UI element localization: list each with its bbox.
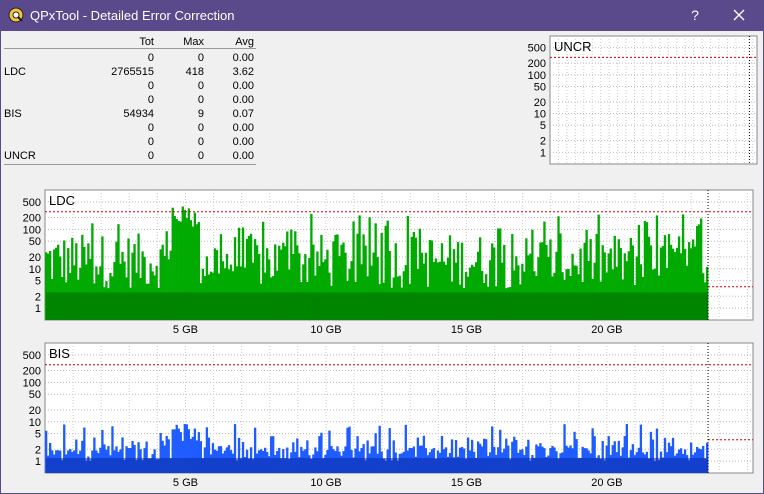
x-tick-label: 15 GB bbox=[451, 324, 482, 336]
row-max: 0 bbox=[197, 80, 204, 92]
help-button[interactable]: ? bbox=[682, 4, 708, 26]
row-tot: 0 bbox=[147, 80, 154, 92]
table-row: 0 0 0.00 bbox=[4, 94, 256, 108]
row-avg: 0.00 bbox=[232, 52, 254, 64]
table-row: BIS 54934 9 0.07 bbox=[4, 108, 256, 122]
x-tick-label: 5 GB bbox=[173, 324, 198, 336]
y-tick-label: 5 bbox=[35, 429, 41, 441]
y-tick-label: 500 bbox=[23, 350, 41, 362]
title-bar: QPxTool - Detailed Error Correction ? bbox=[0, 0, 764, 31]
y-tick-label: 10 bbox=[29, 417, 41, 429]
row-max: 0 bbox=[197, 122, 204, 134]
row-max: 9 bbox=[197, 108, 204, 120]
table-row: 0 0 0.00 bbox=[4, 80, 256, 94]
chart-title: UNCR bbox=[554, 39, 592, 54]
qpxtool-logo-icon bbox=[8, 7, 24, 23]
row-label: LDC bbox=[4, 66, 27, 78]
header-avg: Avg bbox=[235, 36, 254, 48]
y-tick-label: 100 bbox=[528, 70, 546, 82]
plot-area bbox=[549, 35, 758, 165]
low-band bbox=[46, 458, 709, 473]
row-avg: 0.00 bbox=[232, 136, 254, 148]
window-title: QPxTool - Detailed Error Correction bbox=[30, 8, 235, 23]
row-avg: 0.07 bbox=[232, 108, 254, 120]
table-row: 0 0 0.00 bbox=[4, 122, 256, 136]
x-tick-label: 10 GB bbox=[310, 477, 341, 489]
row-max: 0 bbox=[197, 150, 204, 162]
y-tick-label: 5 bbox=[35, 276, 41, 288]
row-max: 0 bbox=[197, 136, 204, 148]
y-tick-label: 200 bbox=[528, 58, 546, 70]
row-max: 0 bbox=[197, 94, 204, 106]
table-row: 0 0 0.00 bbox=[4, 52, 256, 66]
footer-divider bbox=[4, 164, 256, 165]
row-label: BIS bbox=[4, 108, 22, 120]
row-tot: 54934 bbox=[123, 108, 154, 120]
row-avg: 0.00 bbox=[232, 150, 254, 162]
bis-chart: 5002001005020105215 GB 10 GB 15 GB 20 GBBIS bbox=[23, 342, 754, 489]
y-tick-label: 50 bbox=[29, 236, 41, 248]
x-tick-label: 20 GB bbox=[591, 324, 622, 336]
header-divider bbox=[4, 48, 256, 49]
chart-title: BIS bbox=[49, 346, 70, 361]
close-icon bbox=[733, 9, 745, 21]
row-avg: 0.00 bbox=[232, 94, 254, 106]
y-tick-label: 20 bbox=[534, 97, 546, 109]
y-tick-label: 100 bbox=[23, 377, 41, 389]
x-tick-label: 10 GB bbox=[310, 324, 341, 336]
y-tick-label: 200 bbox=[23, 366, 41, 378]
row-tot: 0 bbox=[147, 122, 154, 134]
row-tot: 0 bbox=[147, 150, 154, 162]
y-tick-label: 10 bbox=[29, 264, 41, 276]
row-label: UNCR bbox=[4, 150, 36, 162]
row-tot: 0 bbox=[147, 136, 154, 148]
row-avg: 0.00 bbox=[232, 122, 254, 134]
row-avg: 0.00 bbox=[232, 80, 254, 92]
y-tick-label: 500 bbox=[528, 43, 546, 55]
y-tick-label: 50 bbox=[29, 389, 41, 401]
x-tick-label: 20 GB bbox=[591, 477, 622, 489]
y-tick-label: 20 bbox=[29, 252, 41, 264]
row-tot: 0 bbox=[147, 52, 154, 64]
low-band bbox=[46, 292, 709, 320]
table-row: 0 0 0.00 bbox=[4, 136, 256, 150]
window-frame-left bbox=[0, 31, 1, 494]
y-tick-label: 1 bbox=[35, 303, 41, 315]
close-button[interactable] bbox=[722, 4, 756, 26]
y-tick-label: 50 bbox=[534, 81, 546, 93]
row-max: 0 bbox=[197, 52, 204, 64]
ldc-chart: 5002001005020105215 GB 10 GB 15 GB 20 GBLDC bbox=[23, 189, 754, 336]
table-row: UNCR 0 0 0.00 bbox=[4, 150, 256, 164]
y-tick-label: 200 bbox=[23, 213, 41, 225]
y-tick-label: 5 bbox=[540, 120, 546, 132]
y-tick-label: 2 bbox=[35, 291, 41, 303]
y-tick-label: 2 bbox=[35, 444, 41, 456]
y-tick-label: 20 bbox=[29, 405, 41, 417]
uncr-chart: 5002001005020105215 GB10 GB15 GB20 GBUNC… bbox=[528, 35, 758, 165]
x-tick-label: 15 GB bbox=[451, 477, 482, 489]
y-tick-label: 500 bbox=[23, 197, 41, 209]
x-tick-label: 5 GB bbox=[173, 477, 198, 489]
row-max: 418 bbox=[185, 66, 204, 78]
y-tick-label: 1 bbox=[540, 147, 546, 159]
y-tick-label: 1 bbox=[35, 456, 41, 468]
header-tot: Tot bbox=[139, 36, 154, 48]
y-tick-label: 100 bbox=[23, 224, 41, 236]
y-tick-label: 2 bbox=[540, 136, 546, 148]
y-tick-label: 10 bbox=[534, 109, 546, 121]
row-avg: 3.62 bbox=[232, 66, 254, 78]
row-tot: 2765515 bbox=[111, 66, 154, 78]
chart-title: LDC bbox=[49, 193, 75, 208]
table-row: LDC 2765515 418 3.62 bbox=[4, 66, 256, 80]
header-max: Max bbox=[183, 36, 204, 48]
row-tot: 0 bbox=[147, 94, 154, 106]
